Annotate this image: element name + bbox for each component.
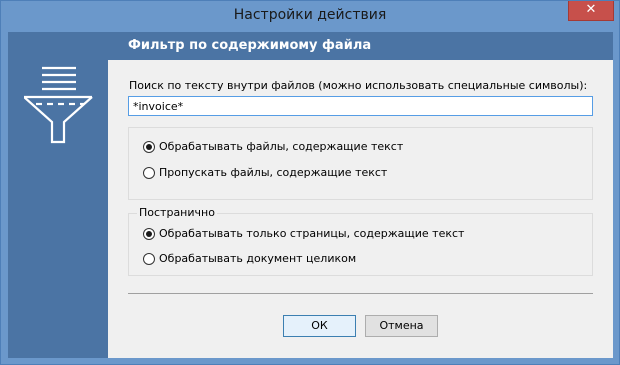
ok-button[interactable]: ОК (283, 315, 356, 337)
section-title: Фильтр по содержимому файла (128, 38, 372, 53)
dialog-window: Настройки действия ✕ Фильтр по содержимо… (0, 0, 620, 365)
page-mode-group: Постранично Обрабатывать только страницы… (128, 206, 593, 276)
search-label: Поиск по тексту внутри файлов (можно исп… (129, 79, 588, 92)
search-input[interactable] (128, 96, 593, 116)
dialog-content: Поиск по тексту внутри файлов (можно исп… (108, 60, 613, 358)
group-title: Постранично (137, 206, 217, 219)
radio-button-checked[interactable] (143, 140, 155, 153)
radio-button[interactable] (143, 252, 155, 265)
radio-label: Обрабатывать файлы, содержащие текст (159, 140, 404, 153)
radio-label: Пропускать файлы, содержащие текст (159, 166, 388, 179)
close-icon: ✕ (585, 2, 597, 17)
radio-skip-files[interactable]: Пропускать файлы, содержащие текст (143, 166, 387, 179)
window-title: Настройки действия (233, 7, 387, 23)
radio-button-checked[interactable] (143, 227, 155, 240)
close-button[interactable]: ✕ (568, 1, 614, 21)
radio-label: Обрабатывать документ целиком (159, 252, 357, 265)
cancel-button[interactable]: Отмена (365, 315, 438, 337)
radio-process-pages[interactable]: Обрабатывать только страницы, содержащие… (143, 227, 464, 240)
left-icon-panel (8, 32, 108, 358)
radio-label: Обрабатывать только страницы, содержащие… (159, 227, 465, 240)
separator (128, 293, 593, 294)
radio-process-whole-document[interactable]: Обрабатывать документ целиком (143, 252, 356, 265)
radio-process-files[interactable]: Обрабатывать файлы, содержащие текст (143, 140, 403, 153)
file-mode-group: Обрабатывать файлы, содержащие текст Про… (128, 127, 593, 200)
title-bar[interactable]: Настройки действия ✕ (1, 1, 619, 32)
radio-button[interactable] (143, 166, 155, 179)
section-header: Фильтр по содержимому файла (108, 32, 613, 60)
funnel-filter-icon (24, 66, 93, 144)
